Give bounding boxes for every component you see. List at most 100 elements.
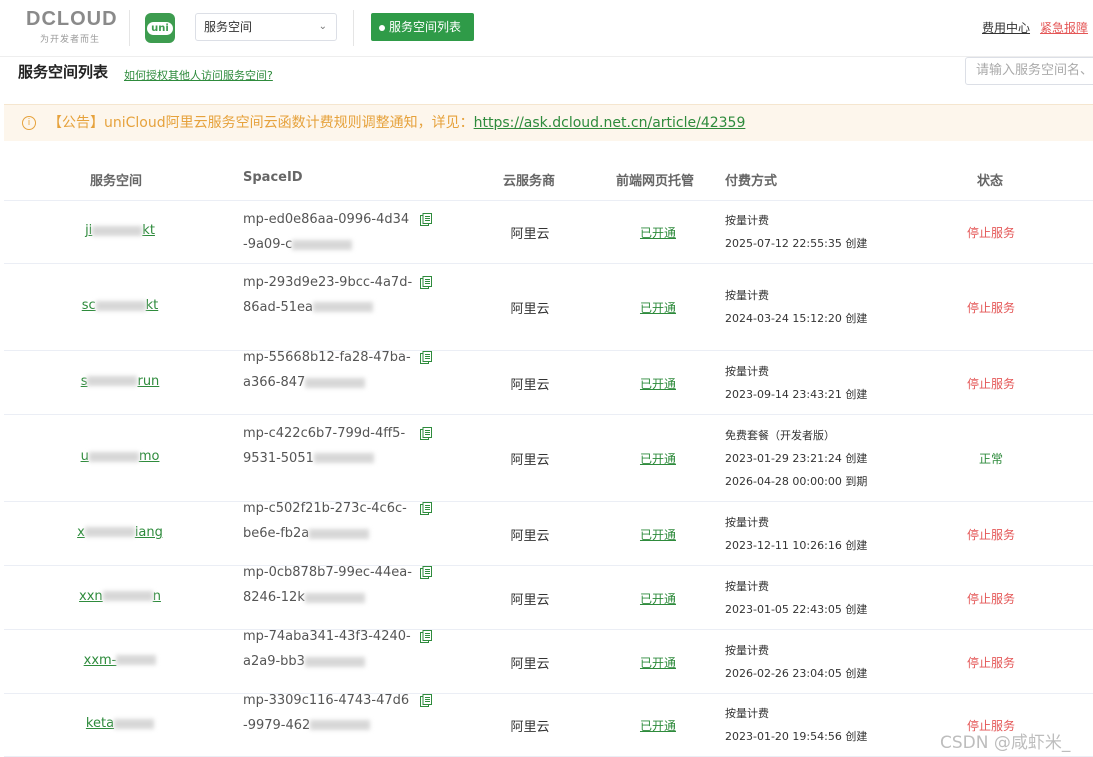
- table-row: s run mp-55668b12-fa28-47ba-a366-847 阿里云 已开通…: [4, 350, 1093, 415]
- table-body: ji kt mp-ed0e86aa-0996-4d34-9a09-c 阿里云 已开通 按量…: [4, 201, 1093, 757]
- space-table: 服务空间 SpaceID 云服务商 前端网页托管 付费方式 状态 ji kt mp-…: [4, 156, 1093, 757]
- space-name-link[interactable]: keta: [20, 716, 220, 731]
- provider: 阿里云: [510, 720, 550, 735]
- space-name-link[interactable]: s run: [20, 374, 220, 389]
- table-row: u mo mp-c422c6b7-799d-4ff5-9531-5051 阿里云 已开通…: [4, 415, 1093, 502]
- divider: [353, 10, 354, 46]
- space-id: mp-c422c6b7-799d-4ff5-9531-5051: [243, 425, 406, 466]
- redacted-blur: [305, 377, 366, 388]
- redacted-blur: [95, 300, 146, 311]
- provider: 阿里云: [510, 227, 550, 242]
- payment-line: 2023-12-11 10:26:16 创建: [725, 538, 868, 552]
- space-name-link[interactable]: u mo: [20, 449, 220, 464]
- payment-info: 按量计费 2023-12-11 10:26:16 创建: [725, 511, 867, 557]
- hosting-link[interactable]: 已开通: [627, 299, 689, 316]
- payment-line: 2023-01-05 22:43:05 创建: [725, 602, 868, 616]
- table-row: xxm-mp-74aba341-43f3-4240-a2a9-bb3 阿里云 已开通…: [4, 629, 1093, 694]
- status-text: 正常: [978, 452, 1003, 466]
- hosting-link[interactable]: 已开通: [627, 375, 689, 392]
- space-id: mp-74aba341-43f3-4240-a2a9-bb3: [243, 629, 411, 669]
- copy-icon[interactable]: [420, 426, 432, 440]
- space-name-link[interactable]: sc kt: [20, 298, 220, 313]
- top-bar: DCLOUD 为开发者而生 uni 服务空间 ⌄ 服务空间列表 费用中心 紧急报…: [0, 0, 1093, 57]
- space-id: mp-c502f21b-273c-4c6c-be6e-fb2a: [243, 501, 407, 541]
- redacted-blur: [116, 655, 157, 665]
- space-id: mp-0cb878b7-99ec-44ea-8246-12k: [243, 565, 412, 605]
- redacted-blur: [114, 718, 155, 729]
- col-space: 服务空间: [90, 174, 143, 189]
- copy-icon[interactable]: [420, 213, 432, 226]
- provider: 阿里云: [510, 592, 550, 608]
- provider: 阿里云: [510, 656, 550, 672]
- copy-icon[interactable]: [420, 630, 432, 643]
- col-status: 状态: [977, 174, 1004, 189]
- payment-info: 按量计费 2025-07-12 22:55:35 创建: [725, 209, 867, 255]
- redacted-blur: [87, 376, 138, 386]
- table-row: xxn n mp-0cb878b7-99ec-44ea-8246-12k 阿里云 已开通…: [4, 565, 1093, 630]
- notice-banner: i 【公告】uniCloud阿里云服务空间云函数计费规则调整通知，详见：http…: [4, 104, 1093, 141]
- dcloud-logo[interactable]: DCLOUD 为开发者而生: [26, 8, 118, 45]
- select-value: 服务空间: [204, 20, 253, 34]
- hosting-link[interactable]: 已开通: [627, 450, 689, 467]
- payment-info: 免费套餐（开发者版） 2023-01-29 23:21:24 创建 2026-04-…: [725, 424, 867, 493]
- table-row: sc kt mp-293d9e23-9bcc-4a7d-86ad-51ea 阿里云 已开…: [4, 264, 1093, 351]
- notice-link[interactable]: https://ask.dcloud.net.cn/article/42359: [474, 115, 746, 131]
- redacted-blur: [292, 239, 353, 250]
- copy-icon[interactable]: [420, 693, 432, 707]
- logo-subtitle: 为开发者而生: [40, 35, 101, 45]
- emergency-report-link[interactable]: 紧急报障: [1040, 19, 1088, 36]
- hosting-link[interactable]: 已开通: [627, 224, 689, 241]
- payment-line: 按量计费: [725, 289, 769, 302]
- hosting-link[interactable]: 已开通: [627, 654, 689, 671]
- redacted-blur: [309, 528, 370, 539]
- payment-line: 按量计费: [725, 707, 769, 720]
- provider: 阿里云: [510, 377, 550, 393]
- redacted-blur: [310, 720, 371, 730]
- status-text: 停止服务: [966, 226, 1015, 240]
- payment-line: 2024-03-24 15:12:20 创建: [725, 312, 868, 325]
- copy-icon[interactable]: [420, 502, 432, 515]
- col-payment: 付费方式: [725, 174, 778, 189]
- status-text: 停止服务: [966, 376, 1015, 391]
- payment-line: 按量计费: [725, 579, 769, 593]
- copy-icon[interactable]: [420, 566, 432, 579]
- copy-icon[interactable]: [420, 351, 432, 364]
- space-id: mp-3309c116-4743-47d6-9979-462: [243, 692, 410, 733]
- payment-line: 2026-04-28 00:00:00 到期: [725, 474, 868, 488]
- redacted-blur: [84, 527, 135, 537]
- redacted-blur: [304, 592, 365, 603]
- space-name-link[interactable]: xxn n: [20, 589, 220, 604]
- status-text: 停止服务: [966, 591, 1015, 606]
- space-id: mp-293d9e23-9bcc-4a7d-86ad-51ea: [243, 274, 413, 315]
- space-name-link[interactable]: ji kt: [20, 223, 220, 238]
- payment-info: 按量计费 2024-03-24 15:12:20 创建: [725, 284, 867, 330]
- fee-center-link[interactable]: 费用中心: [982, 19, 1030, 36]
- provider: 阿里云: [510, 528, 550, 544]
- uni-app-icon: uni: [145, 13, 175, 43]
- payment-line: 2023-01-20 19:54:56 创建: [725, 730, 868, 743]
- col-hosting: 前端网页托管: [616, 174, 695, 189]
- space-list-button[interactable]: 服务空间列表: [371, 13, 474, 41]
- col-spaceid: SpaceID: [243, 170, 303, 185]
- payment-info: 按量计费 2023-01-20 19:54:56 创建: [725, 702, 867, 748]
- search-input[interactable]: 请输入服务空间名、: [965, 57, 1093, 85]
- redacted-blur: [92, 225, 143, 236]
- redacted-blur: [88, 451, 139, 462]
- hosting-link[interactable]: 已开通: [627, 717, 689, 734]
- status-text: 停止服务: [966, 301, 1015, 315]
- space-name-link[interactable]: xxm-: [20, 653, 220, 668]
- info-icon: i: [22, 116, 36, 130]
- copy-icon[interactable]: [420, 275, 432, 289]
- help-link[interactable]: 如何授权其他人访问服务空间?: [124, 67, 273, 83]
- logo-text: DCLOUD: [26, 8, 118, 30]
- space-type-select[interactable]: 服务空间 ⌄: [195, 13, 337, 41]
- hosting-link[interactable]: 已开通: [627, 590, 689, 607]
- payment-line: 2023-01-29 23:21:24 创建: [725, 451, 868, 465]
- space-name-link[interactable]: x iang: [20, 525, 220, 540]
- watermark: CSDN @咸虾米_: [940, 733, 1071, 753]
- status-text: 停止服务: [966, 655, 1015, 670]
- table-header: 服务空间 SpaceID 云服务商 前端网页托管 付费方式 状态: [4, 156, 1093, 201]
- table-row: keta mp-3309c116-4743-47d6-9979-462 阿里云 已开通…: [4, 693, 1093, 757]
- hosting-link[interactable]: 已开通: [627, 526, 689, 543]
- payment-info: 按量计费 2023-09-14 23:43:21 创建: [725, 360, 867, 406]
